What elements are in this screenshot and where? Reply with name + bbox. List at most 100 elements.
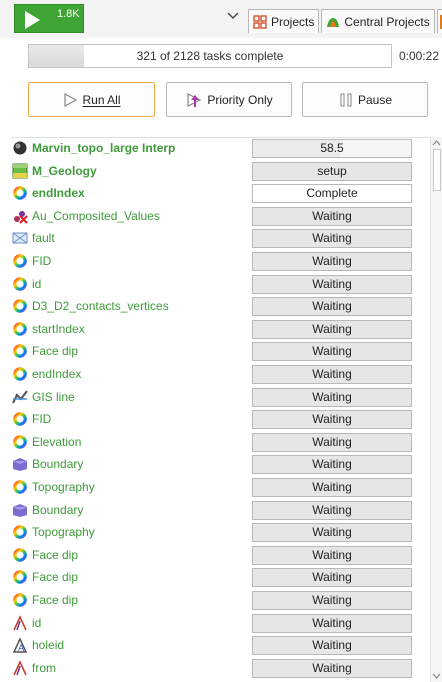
central-projects-icon bbox=[326, 15, 340, 29]
task-status: Waiting bbox=[252, 432, 412, 452]
ring-icon bbox=[12, 592, 28, 608]
gis-line-icon bbox=[12, 389, 28, 405]
tab-central-projects[interactable]: Central Projects bbox=[321, 9, 435, 33]
ring-icon bbox=[12, 321, 28, 337]
task-name: endIndex bbox=[32, 186, 85, 201]
ring-icon bbox=[12, 411, 28, 427]
task-row[interactable]: D3_D2_contacts_vertices Waiting bbox=[12, 296, 430, 317]
task-row[interactable]: GIS line Waiting bbox=[12, 387, 430, 407]
task-name: Topography bbox=[32, 525, 95, 540]
task-list-scrollbar[interactable] bbox=[430, 137, 442, 682]
task-row[interactable]: from Waiting bbox=[12, 658, 430, 678]
task-row[interactable]: fault Waiting bbox=[12, 228, 430, 249]
task-status: Waiting bbox=[252, 591, 412, 610]
task-status: Waiting bbox=[252, 252, 412, 271]
task-status: Waiting bbox=[252, 636, 412, 656]
priority-icon bbox=[187, 92, 202, 107]
geology-model-icon bbox=[12, 163, 28, 179]
ring-icon bbox=[12, 343, 28, 359]
task-row[interactable]: Boundary Waiting bbox=[12, 500, 430, 520]
task-status: Waiting bbox=[252, 206, 412, 226]
ring-icon bbox=[12, 479, 28, 495]
ring-icon bbox=[12, 276, 28, 292]
interp-sphere-icon bbox=[12, 140, 28, 156]
tab-projects[interactable]: Projects bbox=[248, 9, 320, 33]
task-status: Waiting bbox=[252, 410, 412, 430]
task-name: Au_Composited_Values bbox=[32, 208, 160, 223]
task-row[interactable]: M_Geology setup bbox=[12, 161, 430, 181]
elapsed-time: 0:00:22 bbox=[398, 49, 439, 63]
pause-button[interactable]: Pause bbox=[302, 82, 428, 117]
task-status: 58.5 bbox=[252, 139, 412, 158]
tab-central-projects-label: Central Projects bbox=[344, 14, 430, 29]
task-status: Waiting bbox=[252, 319, 412, 339]
task-status: Waiting bbox=[252, 478, 412, 497]
task-status: Waiting bbox=[252, 523, 412, 543]
run-all-button[interactable]: Run All bbox=[28, 82, 155, 117]
task-row[interactable]: endIndex Complete bbox=[12, 183, 430, 204]
task-name: id bbox=[32, 276, 42, 291]
task-status: Waiting bbox=[252, 387, 412, 407]
projects-grid-icon bbox=[253, 14, 267, 29]
holeid-icon: A bbox=[12, 637, 28, 654]
task-row[interactable]: Elevation Waiting bbox=[12, 432, 430, 452]
task-row[interactable]: Marvin_topo_large Interp 58.5 bbox=[12, 138, 430, 158]
task-row[interactable]: FID Waiting bbox=[12, 251, 430, 271]
chevron-down-icon[interactable] bbox=[226, 9, 240, 23]
task-status: Waiting bbox=[252, 274, 412, 294]
task-row[interactable]: Topography Waiting bbox=[12, 522, 430, 543]
pause-icon bbox=[340, 93, 352, 106]
ring-icon bbox=[12, 185, 28, 201]
task-row[interactable]: Face dip Waiting bbox=[12, 545, 430, 565]
run-queue-button[interactable]: 1.8K bbox=[14, 4, 84, 33]
task-status: Waiting bbox=[252, 545, 412, 565]
task-row[interactable]: Au_Composited_Values Waiting bbox=[12, 206, 430, 226]
task-name: Face dip bbox=[32, 570, 79, 585]
task-status: Waiting bbox=[252, 568, 412, 588]
task-name: Marvin_topo_large Interp bbox=[32, 141, 176, 155]
task-status: setup bbox=[252, 161, 412, 181]
priority-only-label: Priority Only bbox=[207, 92, 273, 107]
run-all-icon bbox=[64, 92, 78, 107]
scroll-up-icon[interactable] bbox=[431, 137, 442, 149]
task-name: FID bbox=[32, 412, 52, 427]
ring-icon bbox=[12, 366, 28, 382]
ring-icon bbox=[12, 298, 28, 314]
task-row[interactable]: Face dip Waiting bbox=[12, 590, 430, 610]
task-row[interactable]: Boundary Waiting bbox=[12, 454, 430, 475]
task-status: Complete bbox=[252, 184, 412, 204]
fault-icon bbox=[12, 230, 28, 246]
ring-icon bbox=[12, 547, 28, 563]
task-row[interactable]: Face dip Waiting bbox=[12, 341, 430, 362]
task-progress-bar: 321 of 2128 tasks complete bbox=[28, 44, 392, 68]
ring-icon bbox=[12, 434, 28, 450]
task-name: M_Geology bbox=[32, 163, 97, 178]
scroll-down-icon[interactable] bbox=[431, 670, 442, 682]
task-status: Waiting bbox=[252, 229, 412, 249]
tab-more[interactable] bbox=[436, 9, 442, 33]
task-name: Elevation bbox=[32, 434, 82, 449]
svg-text:A: A bbox=[18, 644, 25, 653]
task-row[interactable]: id Waiting bbox=[12, 613, 430, 633]
task-status: Waiting bbox=[252, 297, 412, 317]
task-name: Face dip bbox=[32, 593, 79, 607]
task-row[interactable]: FID Waiting bbox=[12, 409, 430, 430]
task-row[interactable]: Aholeid Waiting bbox=[12, 635, 430, 656]
task-row[interactable]: Topography Waiting bbox=[12, 477, 430, 497]
task-name: startIndex bbox=[32, 321, 85, 336]
priority-only-button[interactable]: Priority Only bbox=[166, 82, 292, 117]
task-row[interactable]: id Waiting bbox=[12, 274, 430, 294]
task-row[interactable]: Face dip Waiting bbox=[12, 567, 430, 588]
task-row[interactable]: startIndex Waiting bbox=[12, 319, 430, 339]
task-name: Topography bbox=[32, 480, 95, 494]
drillhole-icon bbox=[12, 614, 28, 631]
task-name: FID bbox=[32, 254, 52, 268]
ring-icon bbox=[12, 524, 28, 540]
task-name: GIS line bbox=[32, 389, 75, 404]
task-row[interactable]: endIndex Waiting bbox=[12, 364, 430, 384]
run-count-badge: 1.8K bbox=[57, 8, 80, 20]
boundary-icon bbox=[12, 456, 28, 472]
scroll-thumb[interactable] bbox=[433, 149, 441, 191]
task-name: Boundary bbox=[32, 457, 84, 472]
task-status: Waiting bbox=[252, 342, 412, 362]
